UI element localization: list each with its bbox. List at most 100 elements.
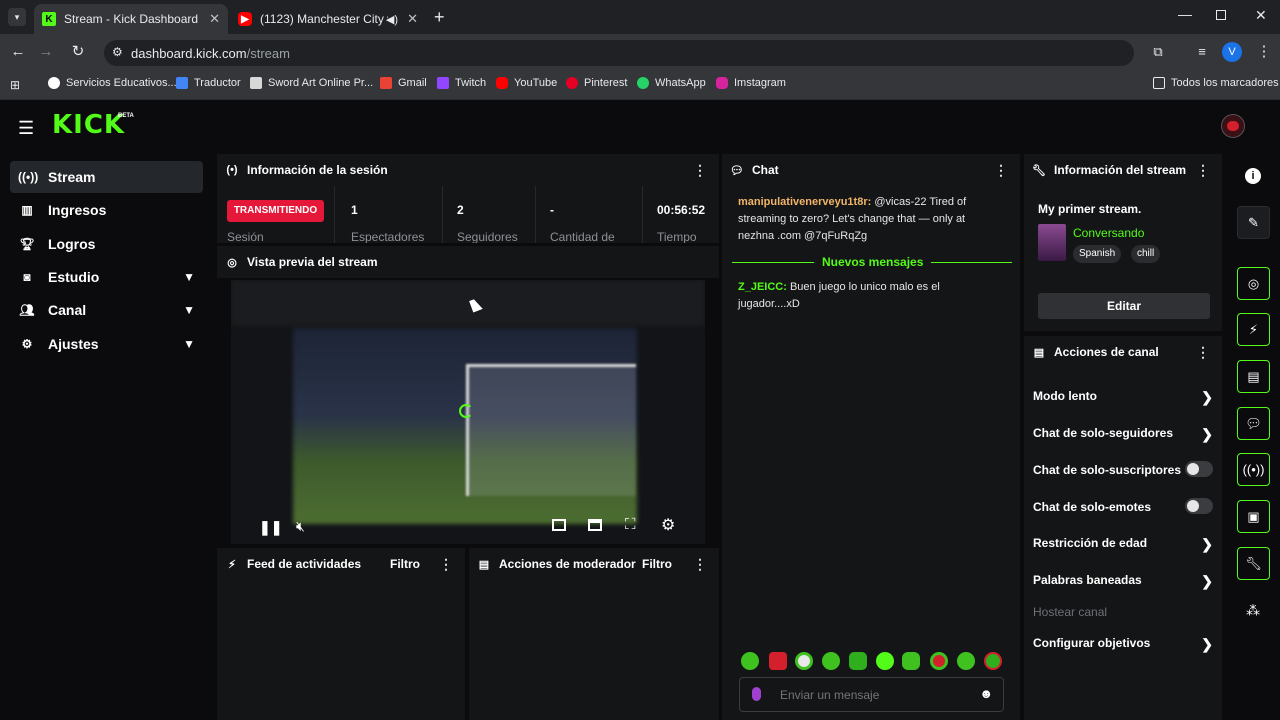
hamburger-menu-icon[interactable]: ☰ — [18, 118, 34, 139]
info-icon[interactable]: i — [1245, 168, 1261, 184]
bookmark-gmail[interactable]: Gmail — [380, 77, 427, 89]
channel-action-banned-words[interactable]: Palabras baneadas ❯ — [1033, 573, 1213, 589]
edit-layout-icon[interactable]: ✎ — [1237, 206, 1270, 239]
bookmark-label: Gmail — [398, 77, 427, 89]
gmail-icon — [380, 77, 392, 89]
sidebar-item-ajustes[interactable]: ⚙ Ajustes ▼ — [10, 328, 203, 360]
emote-icon[interactable] — [876, 652, 894, 670]
more-options-icon[interactable]: ⋮ — [693, 162, 707, 179]
emotes-only-toggle[interactable] — [1185, 498, 1213, 514]
subscribers-only-toggle[interactable] — [1185, 461, 1213, 477]
channel-action-followers-only[interactable]: Chat de solo-seguidores ❯ — [1033, 426, 1213, 442]
close-window-icon[interactable]: ✕ — [1255, 7, 1267, 24]
emote-icon[interactable] — [902, 652, 920, 670]
tab-kick-dashboard[interactable]: K Stream - Kick Dashboard ✕ — [34, 4, 228, 34]
sidebar-item-stream[interactable]: ((•)) Stream — [10, 161, 203, 193]
back-icon[interactable]: ← — [8, 42, 28, 62]
bookmark-sword-art[interactable]: Sword Art Online Pr... — [250, 77, 373, 89]
sidebar-item-logros[interactable]: 🏆︎ Logros — [10, 228, 203, 260]
category-name[interactable]: Conversando — [1073, 226, 1144, 240]
sidebar-item-ingresos[interactable]: ▥ Ingresos — [10, 194, 203, 226]
pause-icon[interactable]: ❚❚ — [259, 519, 282, 536]
microphone-icon[interactable] — [752, 687, 761, 701]
channel-action-label: Restricción de edad — [1033, 536, 1148, 550]
settings-gear-icon[interactable]: ⚙ — [661, 515, 675, 535]
theater-icon[interactable] — [588, 519, 602, 531]
more-options-icon[interactable]: ⋮ — [1196, 344, 1210, 361]
tab-youtube[interactable]: ▶ (1123) Manchester City vs T ◀) ✕ — [230, 4, 426, 34]
chat-message-input[interactable] — [780, 686, 970, 704]
reload-icon[interactable]: ↻ — [68, 42, 88, 62]
preview-toggle-icon[interactable]: ◎ — [1237, 267, 1270, 300]
kick-logo[interactable]: KICK — [52, 110, 125, 140]
forward-icon[interactable]: → — [36, 42, 56, 62]
profile-avatar[interactable]: V — [1222, 42, 1242, 62]
filter-button[interactable]: Filtro — [642, 557, 672, 571]
user-avatar[interactable] — [1221, 114, 1245, 138]
sidebar-item-canal[interactable]: 👥︎ Canal ▼ — [10, 294, 203, 326]
emote-icon[interactable] — [930, 652, 948, 670]
media-control-icon[interactable]: ≡ — [1192, 42, 1212, 62]
bookmark-pinterest[interactable]: Pinterest — [566, 77, 627, 89]
list-icon: ▤ — [1033, 346, 1045, 359]
new-tab-button[interactable]: + — [434, 7, 445, 28]
bookmark-label: Servicios Educativos... — [66, 77, 177, 89]
more-options-icon[interactable]: ⋮ — [693, 556, 707, 573]
chat-input-box[interactable]: ☻ — [739, 677, 1004, 712]
apps-grid-icon[interactable]: ⊞ — [10, 78, 20, 92]
bookmark-whatsapp[interactable]: WhatsApp — [637, 77, 706, 89]
tag-spanish[interactable]: Spanish — [1073, 245, 1122, 263]
mute-icon[interactable]: 🔇︎ — [296, 518, 305, 535]
browser-menu-icon[interactable]: ⋮ — [1254, 42, 1274, 62]
site-info-icon[interactable]: ⚙ — [112, 45, 123, 59]
close-tab-icon[interactable]: ✕ — [209, 11, 220, 27]
chat-toggle-icon[interactable]: 💬︎ — [1237, 407, 1270, 440]
maximize-icon[interactable] — [1216, 10, 1226, 20]
emote-icon[interactable] — [957, 652, 975, 670]
wrench-toggle-icon[interactable]: 🔧︎ — [1237, 547, 1270, 580]
bookmark-instagram[interactable]: Imstagram — [716, 77, 786, 89]
more-options-icon[interactable]: ⋮ — [1196, 162, 1210, 179]
emote-icon[interactable] — [741, 652, 759, 670]
channel-action-label: Chat de solo-suscriptores — [1033, 463, 1182, 477]
more-options-icon[interactable]: ⋮ — [994, 162, 1008, 179]
edit-stream-button[interactable]: Editar — [1038, 293, 1210, 319]
bookmark-servicios[interactable]: Servicios Educativos... — [48, 77, 177, 89]
emoji-picker-icon[interactable]: ☻ — [979, 686, 993, 701]
emote-icon[interactable] — [769, 652, 787, 670]
bookmark-youtube[interactable]: YouTube — [496, 77, 557, 89]
chat-username[interactable]: Z_JEICC: — [738, 281, 787, 293]
emote-icon[interactable] — [984, 652, 1002, 670]
fullscreen-icon[interactable]: ⛶ — [625, 516, 636, 533]
video-player[interactable]: ❚❚ 🔇︎ ⛶ ⚙ — [231, 280, 705, 544]
close-tab-icon[interactable]: ✕ — [407, 11, 418, 27]
broadcast-toggle-icon[interactable]: ((•)) — [1237, 453, 1270, 486]
address-bar[interactable]: ⚙ dashboard.kick.com/stream — [104, 40, 1134, 66]
minimize-icon[interactable]: — — [1178, 6, 1192, 22]
emote-icon[interactable] — [849, 652, 867, 670]
emote-icon[interactable] — [795, 652, 813, 670]
all-bookmarks[interactable]: Todos los marcadores — [1153, 77, 1279, 89]
chevron-down-icon: ▼ — [183, 337, 195, 351]
emote-icon[interactable] — [822, 652, 840, 670]
chat-username[interactable]: manipulativenerveyu1t8r: — [738, 196, 871, 208]
activity-toggle-icon[interactable]: ⚡︎ — [1237, 313, 1270, 346]
bookmark-traductor[interactable]: Traductor — [176, 77, 241, 89]
category-thumbnail — [1038, 224, 1066, 261]
channel-action-slow-mode[interactable]: Modo lento ❯ — [1033, 389, 1213, 405]
tab-search-button[interactable]: ▾ — [8, 8, 26, 26]
mod-actions-toggle-icon[interactable]: ▣ — [1237, 500, 1270, 533]
pip-icon[interactable] — [552, 519, 566, 531]
sidebar-item-label: Stream — [48, 169, 96, 185]
notes-toggle-icon[interactable]: ▤ — [1237, 360, 1270, 393]
sidebar-item-estudio[interactable]: ◙ Estudio ▼ — [10, 261, 203, 293]
more-options-icon[interactable]: ⋮ — [439, 556, 453, 573]
extensions-icon[interactable]: ⧉ — [1148, 42, 1168, 62]
more-widgets-icon[interactable]: ⁂ — [1246, 602, 1260, 619]
channel-action-age-restriction[interactable]: Restricción de edad ❯ — [1033, 536, 1213, 552]
channel-action-goals[interactable]: Configurar objetivos ❯ — [1033, 636, 1213, 652]
chevron-right-icon: ❯ — [1201, 573, 1213, 589]
bookmark-twitch[interactable]: Twitch — [437, 77, 486, 89]
filter-button[interactable]: Filtro — [390, 557, 420, 571]
tag-chill[interactable]: chill — [1131, 245, 1161, 263]
